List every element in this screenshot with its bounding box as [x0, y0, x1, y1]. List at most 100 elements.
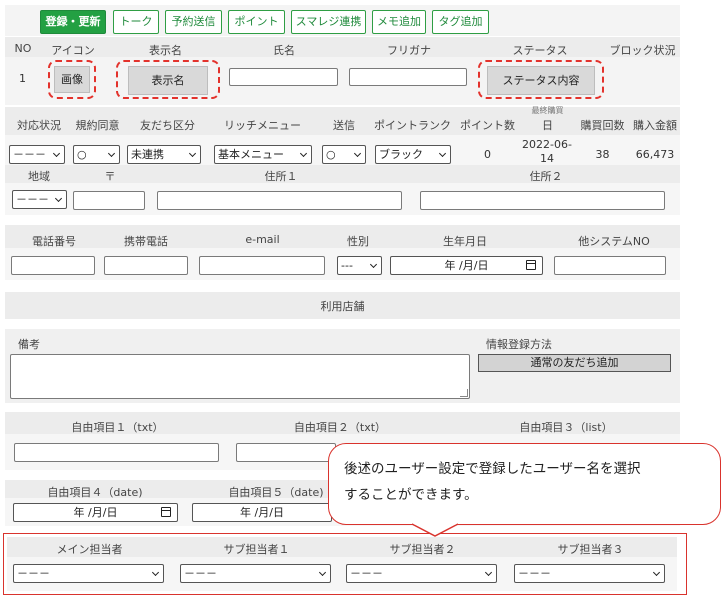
main-staff-header: メイン担当者 [56, 543, 123, 556]
col-name-header: 氏名 [273, 44, 295, 57]
smaregi-button[interactable]: スマレジ連携 [291, 10, 366, 34]
register-update-button[interactable]: 登録・更新 [40, 10, 106, 34]
registration-method-label: 情報登録方法 [486, 338, 552, 351]
birthday-header: 生年月日 [443, 235, 487, 248]
free-item-4-date[interactable]: 年 /月/日 [13, 503, 178, 522]
purchase-amount-value: 66,473 [635, 148, 675, 161]
chevron-down-icon [54, 194, 63, 203]
col-point-rank-header: ポイントランク [374, 119, 451, 132]
col-response-header: 対応状況 [17, 119, 61, 132]
region-value: －－－ [16, 193, 49, 206]
chevron-down-icon [353, 149, 362, 158]
region-select[interactable]: －－－ [12, 190, 67, 209]
other-system-input[interactable] [554, 256, 666, 275]
free-item-2-input[interactable] [236, 443, 336, 462]
tag-add-button[interactable]: タグ追加 [432, 10, 489, 34]
send-value: ○ [326, 148, 336, 161]
sub-staff-2-value: －－－ [350, 567, 383, 580]
col-last-purchase-header-small: 最終購買 [531, 106, 564, 115]
col-no-header: NO [14, 42, 32, 55]
point-rank-value: ブラック [379, 148, 423, 161]
terms-select[interactable]: ○ [73, 145, 120, 164]
chevron-down-icon [52, 149, 61, 158]
callout-pointer [411, 522, 459, 537]
sub-staff-3-value: －－－ [518, 567, 551, 580]
chevron-down-icon [652, 568, 661, 577]
registration-method-value: 通常の友だち追加 [478, 354, 671, 372]
friend-type-select[interactable]: 未連携 [127, 145, 201, 164]
postal-input[interactable] [73, 191, 145, 210]
free-item-3-header: 自由項目３（list） [519, 421, 613, 434]
email-header: e-mail [245, 233, 280, 246]
mobile-input[interactable] [104, 256, 188, 275]
col-block-header: ブロック状況 [609, 44, 676, 57]
address2-input[interactable] [420, 191, 665, 210]
col-purchase-amount-header: 購入金額 [633, 119, 677, 132]
main-staff-select[interactable]: －－－ [13, 564, 164, 583]
chevron-down-icon [438, 149, 447, 158]
rich-menu-value: 基本メニュー [218, 148, 284, 161]
sub-staff-3-select[interactable]: －－－ [514, 564, 665, 583]
purchase-count-value: 38 [595, 148, 610, 161]
chevron-down-icon [107, 149, 116, 158]
response-select[interactable]: －－－ [9, 145, 65, 164]
mobile-header: 携帯電話 [124, 235, 168, 248]
point-count-value: 0 [484, 148, 491, 161]
free-item-1-input[interactable] [14, 443, 219, 462]
icon-annotation-box [48, 60, 96, 99]
points-button[interactable]: ポイント [228, 10, 285, 34]
region-header: 地域 [28, 170, 50, 183]
last-purchase-value: 2022-06-14 [522, 138, 572, 165]
rich-menu-select[interactable]: 基本メニュー [214, 145, 312, 164]
chevron-down-icon [299, 149, 308, 158]
address1-header: 住所１ [264, 170, 298, 183]
annotation-callout: 後述のユーザー設定で登録したユーザー名を選択 することができます。 [328, 443, 721, 525]
address1-input[interactable] [157, 191, 402, 210]
notes-label: 備考 [18, 338, 40, 351]
col-last-purchase-header: 日 [542, 119, 553, 132]
free-item-1-header: 自由項目１（txt） [71, 421, 164, 434]
calendar-icon[interactable] [161, 507, 171, 517]
birthday-input[interactable]: 年 /月/日 [390, 256, 543, 275]
birthday-value: 年 /月/日 [444, 259, 489, 272]
store-label: 利用店舗 [320, 300, 365, 313]
gender-header: 性別 [347, 235, 369, 248]
sub-staff-2-header: サブ担当者２ [389, 543, 456, 556]
col-status-header: ステータス [512, 44, 568, 57]
sub-staff-1-select[interactable]: －－－ [180, 564, 331, 583]
furigana-input[interactable] [349, 68, 467, 86]
email-input[interactable] [199, 256, 325, 275]
phone-input[interactable] [11, 256, 95, 275]
free-item-5-value: 年 /月/日 [240, 506, 284, 519]
talk-button[interactable]: トーク [113, 10, 159, 34]
chevron-down-icon [484, 568, 493, 577]
col-point-count-header: ポイント数 [460, 119, 515, 132]
name-input[interactable] [229, 68, 338, 86]
col-terms-header: 規約同意 [75, 119, 120, 132]
free-item-2-header: 自由項目２（txt） [293, 421, 387, 434]
send-select[interactable]: ○ [322, 145, 366, 164]
chevron-down-icon [369, 260, 378, 269]
col-send-header: 送信 [333, 119, 355, 132]
sub-staff-1-value: －－－ [184, 567, 217, 580]
col-furigana-header: フリガナ [387, 44, 431, 57]
response-value: －－－ [13, 148, 46, 161]
notes-textarea[interactable] [10, 354, 470, 399]
sub-staff-3-header: サブ担当者３ [557, 543, 624, 556]
gender-value: --- [341, 259, 353, 272]
calendar-icon[interactable] [526, 260, 536, 270]
address2-header: 住所２ [529, 170, 563, 183]
status-annotation-box [478, 60, 604, 99]
col-purchase-count-header: 購買回数 [580, 119, 625, 132]
scheduled-send-button[interactable]: 予約送信 [165, 10, 222, 34]
sub-staff-2-select[interactable]: －－－ [346, 564, 497, 583]
gender-select[interactable]: --- [337, 256, 382, 275]
col-rich-menu-header: リッチメニュー [224, 119, 301, 132]
free-item-5-date[interactable]: 年 /月/日 [192, 503, 332, 522]
callout-line-2: することができます。 [344, 487, 478, 503]
chevron-down-icon [188, 149, 197, 158]
free-item-4-value: 年 /月/日 [73, 506, 118, 519]
memo-add-button[interactable]: メモ追加 [372, 10, 426, 34]
resize-handle-icon[interactable] [460, 389, 468, 397]
point-rank-select[interactable]: ブラック [375, 145, 451, 164]
